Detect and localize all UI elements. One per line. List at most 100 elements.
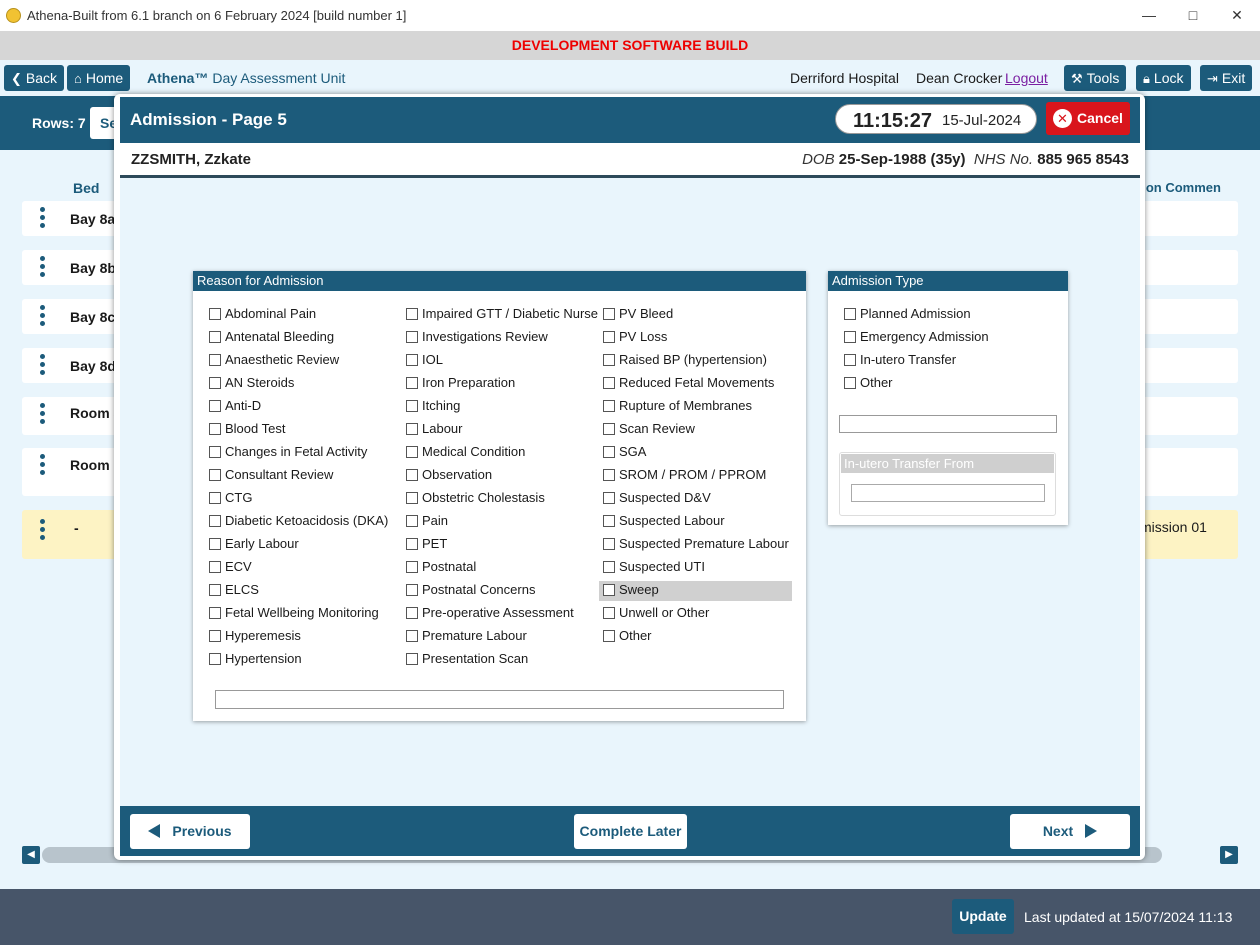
checkbox-box[interactable]: [603, 492, 615, 504]
checkbox-box[interactable]: [406, 423, 418, 435]
checkbox-box[interactable]: [209, 653, 221, 665]
checkbox-box[interactable]: [406, 630, 418, 642]
checkbox-box[interactable]: [406, 469, 418, 481]
checkbox-box[interactable]: [603, 331, 615, 343]
row-menu-icon[interactable]: [40, 256, 46, 280]
checkbox-box[interactable]: [603, 400, 615, 412]
checkbox-box[interactable]: [406, 538, 418, 550]
checkbox-box[interactable]: [844, 377, 856, 389]
checkbox-box[interactable]: [603, 630, 615, 642]
checkbox-box[interactable]: [406, 377, 418, 389]
exit-button[interactable]: ⇥ Exit: [1200, 65, 1253, 91]
home-button[interactable]: ⌂ Home: [67, 65, 131, 91]
checkbox-label: Consultant Review: [225, 467, 334, 482]
checkbox-box[interactable]: [844, 354, 856, 366]
previous-button[interactable]: Previous: [130, 814, 250, 849]
checkbox-box[interactable]: [209, 400, 221, 412]
checkbox-box[interactable]: [406, 354, 418, 366]
checkbox-box[interactable]: [406, 492, 418, 504]
row-menu-icon[interactable]: [40, 403, 46, 427]
checkbox-box[interactable]: [209, 377, 221, 389]
complete-later-button[interactable]: Complete Later: [574, 814, 687, 849]
checkbox-box[interactable]: [209, 354, 221, 366]
row-menu-icon[interactable]: [40, 454, 46, 478]
row-menu-icon[interactable]: [40, 305, 46, 329]
checkbox-box[interactable]: [603, 515, 615, 527]
checkbox-box[interactable]: [209, 492, 221, 504]
checkbox-box[interactable]: [603, 423, 615, 435]
dob-value: 25-Sep-1988 (35y): [838, 151, 966, 168]
checkbox-box[interactable]: [209, 584, 221, 596]
checkbox-label: Labour: [422, 421, 463, 436]
checkbox-box[interactable]: [603, 377, 615, 389]
update-button[interactable]: Update: [952, 899, 1014, 934]
next-button[interactable]: Next: [1010, 814, 1130, 849]
checkbox-box[interactable]: [209, 469, 221, 481]
row-menu-icon[interactable]: [40, 207, 46, 231]
maximize-icon[interactable]: □: [1178, 4, 1208, 26]
checkbox-box[interactable]: [209, 423, 221, 435]
logout-link[interactable]: Logout: [1005, 70, 1048, 86]
reason-other-text-input[interactable]: [215, 690, 784, 709]
checkbox-label: Planned Admission: [860, 306, 971, 321]
checkbox-label: Other: [619, 628, 652, 643]
checkbox-label: Antenatal Bleeding: [225, 329, 335, 344]
arrow-left-icon: [148, 824, 161, 838]
checkbox-box[interactable]: [603, 584, 615, 596]
app-logo-icon: [6, 8, 21, 23]
checkbox-box[interactable]: [406, 561, 418, 573]
checkbox-box[interactable]: [209, 331, 221, 343]
checkbox-box[interactable]: [406, 308, 418, 320]
checkbox-box[interactable]: [209, 446, 221, 458]
checkbox-box[interactable]: [209, 561, 221, 573]
checkbox-box[interactable]: [406, 400, 418, 412]
checkbox-box[interactable]: [209, 630, 221, 642]
comment-column-header[interactable]: sion Commen: [1135, 180, 1221, 195]
clock-display: 11:15:27 15-Jul-2024: [835, 104, 1037, 134]
checkbox-box[interactable]: [603, 607, 615, 619]
checkbox-box[interactable]: [406, 584, 418, 596]
scroll-right-icon[interactable]: ▶: [1220, 846, 1238, 864]
tools-button[interactable]: ⚒ Tools: [1064, 65, 1127, 91]
checkbox-box[interactable]: [406, 446, 418, 458]
checkbox-box[interactable]: [603, 561, 615, 573]
back-button[interactable]: ❮ Back: [4, 65, 65, 91]
cancel-button[interactable]: ✕ Cancel: [1046, 102, 1130, 135]
checkbox-box[interactable]: [603, 446, 615, 458]
window-title: Athena-Built from 6.1 branch on 6 Februa…: [27, 8, 407, 23]
checkbox-box[interactable]: [603, 308, 615, 320]
scroll-left-icon[interactable]: ◀: [22, 846, 40, 864]
lock-button[interactable]: 🔒︎ Lock: [1136, 65, 1191, 91]
row-menu-icon[interactable]: [40, 354, 46, 378]
checkbox-box[interactable]: [209, 515, 221, 527]
admission-type-title: Admission Type: [828, 271, 1068, 291]
checkbox-box[interactable]: [209, 607, 221, 619]
exit-label: Exit: [1221, 70, 1246, 86]
checkbox-box[interactable]: [406, 331, 418, 343]
checkbox-label: In-utero Transfer: [860, 352, 957, 367]
checkbox-label: Reduced Fetal Movements: [619, 375, 775, 390]
checkbox-label: AN Steroids: [225, 375, 295, 390]
checkbox-label: Early Labour: [225, 536, 299, 551]
row-menu-icon[interactable]: [40, 519, 46, 543]
checkbox-box[interactable]: [844, 331, 856, 343]
checkbox-box[interactable]: [406, 607, 418, 619]
checkbox-label: Rupture of Membranes: [619, 398, 752, 413]
checkbox-box[interactable]: [209, 308, 221, 320]
admission-type-other-input[interactable]: [839, 415, 1057, 433]
checkbox-box[interactable]: [406, 653, 418, 665]
checkbox-box[interactable]: [603, 469, 615, 481]
bed-column-header[interactable]: Bed: [73, 180, 99, 196]
reason-for-admission-panel: Reason for Admission Abdominal Pain Anten…: [193, 271, 806, 721]
checkbox-box[interactable]: [844, 308, 856, 320]
checkbox-box[interactable]: [209, 538, 221, 550]
checkbox-label: Premature Labour: [422, 628, 527, 643]
checkbox-box[interactable]: [406, 515, 418, 527]
transfer-from-input[interactable]: [851, 484, 1045, 502]
checkbox-label: Abdominal Pain: [225, 306, 317, 321]
close-window-icon[interactable]: ✕: [1222, 4, 1252, 26]
checkbox-box[interactable]: [603, 538, 615, 550]
checkbox-box[interactable]: [603, 354, 615, 366]
minimize-icon[interactable]: —: [1134, 4, 1164, 26]
nhs-value: 885 965 8543: [1037, 151, 1129, 168]
